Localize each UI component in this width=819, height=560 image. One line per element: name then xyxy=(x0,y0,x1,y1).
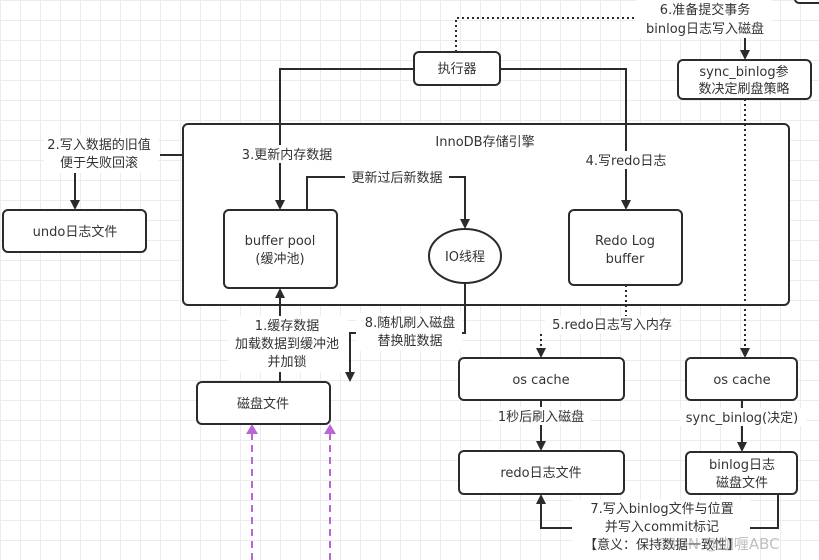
undo-log-label: undo日志文件 xyxy=(33,225,118,240)
executor-label: 执行器 xyxy=(437,62,476,77)
label-step6-line2: binlog日志写入磁盘 xyxy=(646,21,764,37)
label-step8-line2: 替换脏数据 xyxy=(377,334,442,349)
label-step6-line1: 6.准备提交事务 xyxy=(660,2,750,18)
label-flush-1s: 1秒后刷入磁盘 xyxy=(498,409,584,425)
label-step1-line1: 1.缓存数据 xyxy=(255,319,319,334)
label-step2-line2: 便于失败回滚 xyxy=(60,155,138,171)
label-step4: 4.写redo日志 xyxy=(586,154,667,169)
label-step5: 5.redo日志写入内存 xyxy=(552,317,672,333)
label-step8-line1: 8.随机刷入磁盘 xyxy=(365,315,455,331)
label-step7-line1: 7.写入binlog文件与位置 xyxy=(590,502,733,517)
io-thread-label: IO线程 xyxy=(445,250,485,265)
diagram-canvas: InnoDB存储引擎 3.更新内存数据 4.写redo日志 6.准备提交事务 b… xyxy=(2,0,819,560)
label-step1-line2: 加载数据到缓冲池 xyxy=(235,337,339,352)
buffer-pool-line1: buffer pool xyxy=(245,234,316,249)
buffer-pool-line2: (缓冲池) xyxy=(255,252,304,267)
sync-binlog-line2: 数决定刷盘策略 xyxy=(698,81,789,97)
label-sync-decide: sync_binlog(决定) xyxy=(686,411,798,426)
disk-file-label: 磁盘文件 xyxy=(237,396,289,412)
label-updated-data: 更新过后新数据 xyxy=(351,170,442,186)
label-step1-line3: 并加锁 xyxy=(267,354,306,370)
redo-log-file-label: redo日志文件 xyxy=(500,466,581,481)
partial-box xyxy=(794,0,819,4)
redo-buffer-line2: buffer xyxy=(606,252,645,267)
edge-step6 xyxy=(455,17,640,52)
watermark: CSDN @咖喱ABC xyxy=(656,535,779,553)
sync-binlog-line1: sync_binlog参 xyxy=(699,64,788,80)
label-step7-line2: 并写入commit标记 xyxy=(605,520,719,535)
buffer-pool-node xyxy=(223,209,338,289)
binlog-file-line1: binlog日志 xyxy=(709,458,775,473)
os-cache-redo-label: os cache xyxy=(512,373,569,388)
label-step2-line1: 2.写入数据的旧值 xyxy=(47,137,150,153)
os-cache-binlog-label: os cache xyxy=(713,373,770,388)
innodb-title: InnoDB存储引擎 xyxy=(435,135,534,150)
redo-buffer-line1: Redo Log xyxy=(595,234,655,249)
binlog-file-line2: 磁盘文件 xyxy=(716,475,768,491)
label-step3: 3.更新内存数据 xyxy=(242,147,332,163)
